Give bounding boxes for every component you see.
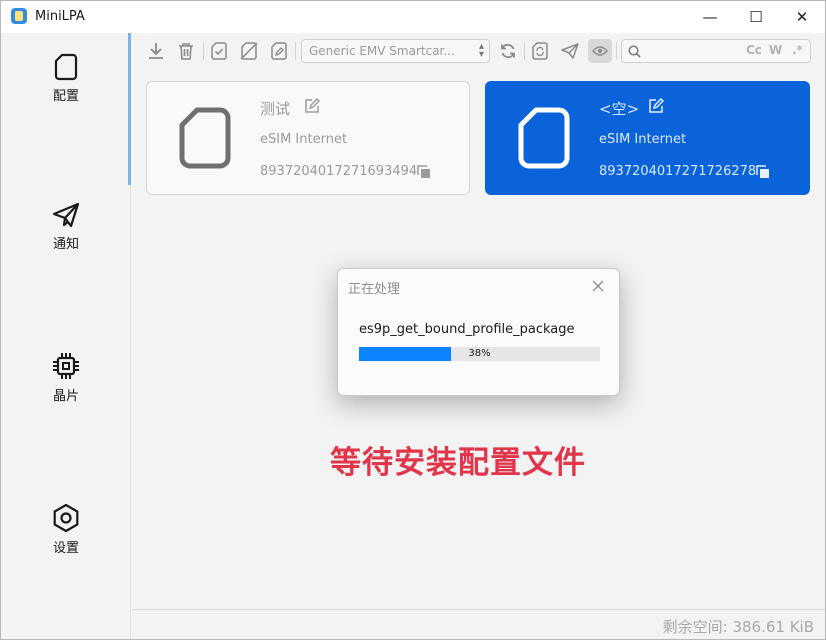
sidebar-item-settings[interactable]: 设置 [21, 503, 111, 556]
profile-iccid: 8937204017271726278 [599, 164, 757, 179]
sidebar-active-indicator [128, 33, 131, 185]
edit-icon[interactable] [648, 98, 664, 118]
profile-name: <空> [599, 100, 640, 118]
sidebar-item-label: 晶片 [52, 389, 79, 404]
toolbar-separator [524, 42, 525, 60]
edit-icon[interactable] [304, 98, 320, 118]
sidebar-item-profiles[interactable]: 配置 [21, 53, 111, 104]
settings-icon [53, 503, 79, 533]
refresh-icon[interactable] [496, 39, 520, 63]
profile-provider: eSIM Internet [260, 132, 348, 147]
toolbar-separator [616, 42, 617, 60]
dialog-title: 正在处理 [348, 282, 401, 297]
enable-icon[interactable] [207, 39, 231, 63]
match-case-toggle[interactable]: Cc [746, 43, 762, 57]
delete-icon[interactable] [174, 39, 198, 63]
search-input[interactable] [646, 43, 738, 59]
copy-icon[interactable] [756, 164, 770, 183]
profile-name: 测试 [260, 100, 291, 118]
search-icon [628, 45, 641, 58]
toolbar: Generic EMV Smartcar... ▴ ▾ Cc W .* [132, 33, 825, 69]
card-reader-select[interactable]: Generic EMV Smartcar... ▴ ▾ [301, 39, 490, 63]
sidebar-item-label: 设置 [52, 541, 79, 556]
dialog-message: es9p_get_bound_profile_package [359, 322, 575, 337]
sidebar-item-label: 配置 [52, 89, 79, 104]
sidebar-item-notifications[interactable]: 通知 [21, 201, 111, 252]
free-space-label: 剩余空间: 386.61 KiB [662, 618, 814, 636]
regex-toggle[interactable]: .* [792, 43, 803, 57]
progress-dialog: 正在处理 es9p_get_bound_profile_package 38% [337, 268, 620, 396]
send-icon [52, 202, 80, 228]
profile-iccid: 8937204017271693494 [260, 164, 418, 179]
title-bar: MiniLPA — ☐ ✕ [1, 1, 825, 33]
sidebar-item-chip[interactable]: 晶片 [21, 351, 111, 404]
disable-icon[interactable] [237, 39, 261, 63]
toolbar-separator [295, 42, 296, 60]
sim-card-icon [54, 53, 78, 81]
app-title: MiniLPA [35, 9, 85, 24]
close-window-button[interactable]: ✕ [779, 1, 825, 33]
progress-text: 38% [468, 348, 491, 359]
profile-provider: eSIM Internet [599, 132, 687, 147]
rename-icon[interactable] [267, 39, 291, 63]
download-icon[interactable] [144, 39, 168, 63]
status-bar: 剩余空间: 386.61 KiB [132, 609, 825, 639]
sim-card-icon [518, 107, 570, 169]
send-icon[interactable] [558, 39, 582, 63]
sidebar-item-label: 通知 [52, 237, 79, 252]
card-reader-select-value: Generic EMV Smartcar... [309, 44, 455, 58]
sim-card-icon [179, 107, 231, 169]
toolbar-separator [203, 42, 204, 60]
chevron-updown-icon: ▴ ▾ [478, 41, 484, 60]
search-box[interactable]: Cc W .* [621, 39, 811, 63]
progress-bar: 38% [359, 347, 600, 361]
whole-word-toggle[interactable]: W [769, 43, 782, 57]
app-window: MiniLPA — ☐ ✕ 配置 通知 晶片 设置 Generic EMV Sm… [0, 0, 826, 640]
sim-refresh-icon[interactable] [528, 39, 552, 63]
app-logo-icon [11, 8, 27, 24]
chip-icon [53, 353, 79, 379]
annotation-text: 等待安装配置文件 [330, 445, 586, 481]
profile-card-active[interactable]: <空> eSIM Internet 8937204017271726278 [485, 81, 810, 195]
eye-icon[interactable] [588, 39, 612, 63]
profile-card[interactable]: 测试 eSIM Internet 8937204017271693494 [146, 81, 470, 195]
close-icon[interactable] [588, 276, 608, 296]
copy-icon[interactable] [417, 164, 431, 183]
maximize-button[interactable]: ☐ [733, 1, 779, 33]
minimize-button[interactable]: — [687, 1, 733, 33]
